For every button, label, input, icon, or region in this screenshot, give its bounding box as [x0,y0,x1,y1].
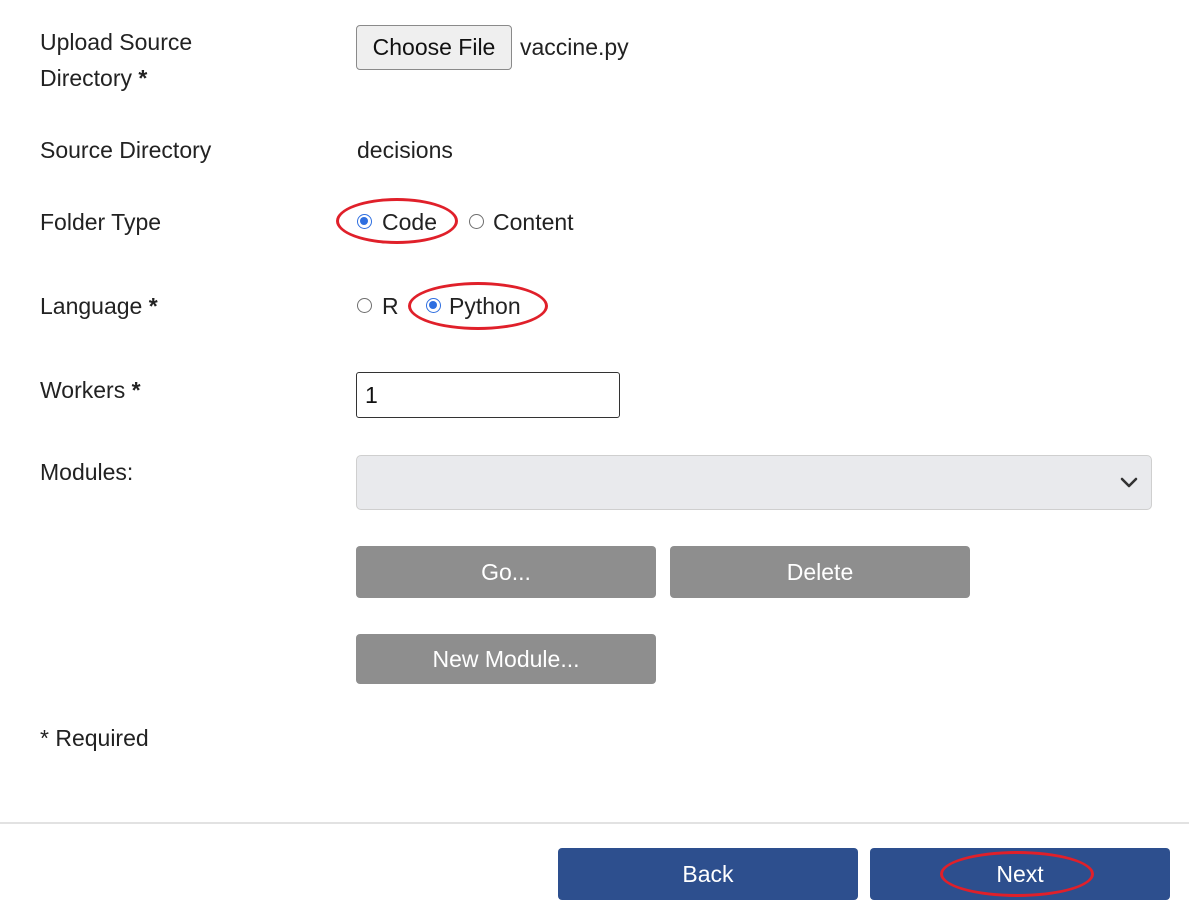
folder-type-content-label[interactable]: Content [493,204,574,240]
language-label: Language * [40,288,158,324]
go-button[interactable]: Go... [356,546,656,598]
folder-type-content-radio[interactable] [469,214,484,229]
required-mark: * [131,377,141,403]
new-module-button[interactable]: New Module... [356,634,656,684]
required-mark: * [138,65,148,91]
folder-type-code-radio[interactable] [357,214,372,229]
language-python-label[interactable]: Python [449,288,521,324]
upload-source-label-line2: Directory [40,65,133,91]
folder-type-code-label[interactable]: Code [382,204,437,240]
required-note: * Required [40,725,149,751]
language-r-label[interactable]: R [382,288,399,324]
required-mark: * [148,293,158,319]
modules-select[interactable] [356,455,1152,510]
folder-type-label: Folder Type [40,209,162,235]
workers-input[interactable]: 1 [356,372,620,418]
language-label-text: Language [40,293,143,319]
delete-button[interactable]: Delete [670,546,970,598]
upload-source-form: Upload Source Directory * Choose File va… [0,0,1189,905]
footer-divider [0,822,1189,824]
next-button[interactable]: Next [870,848,1170,900]
modules-label: Modules: [40,459,134,485]
upload-source-label: Upload Source Directory * [40,24,192,96]
upload-source-label-line1: Upload Source [40,29,193,55]
choose-file-button[interactable]: Choose File [356,25,512,70]
selected-file-name: vaccine.py [520,34,629,60]
chevron-down-icon [1120,477,1138,488]
language-r-radio[interactable] [357,298,372,313]
workers-label-text: Workers [40,377,126,403]
language-python-radio[interactable] [426,298,441,313]
back-button[interactable]: Back [558,848,858,900]
source-directory-label: Source Directory [40,137,212,163]
source-directory-value: decisions [357,137,453,163]
workers-label: Workers * [40,372,141,408]
